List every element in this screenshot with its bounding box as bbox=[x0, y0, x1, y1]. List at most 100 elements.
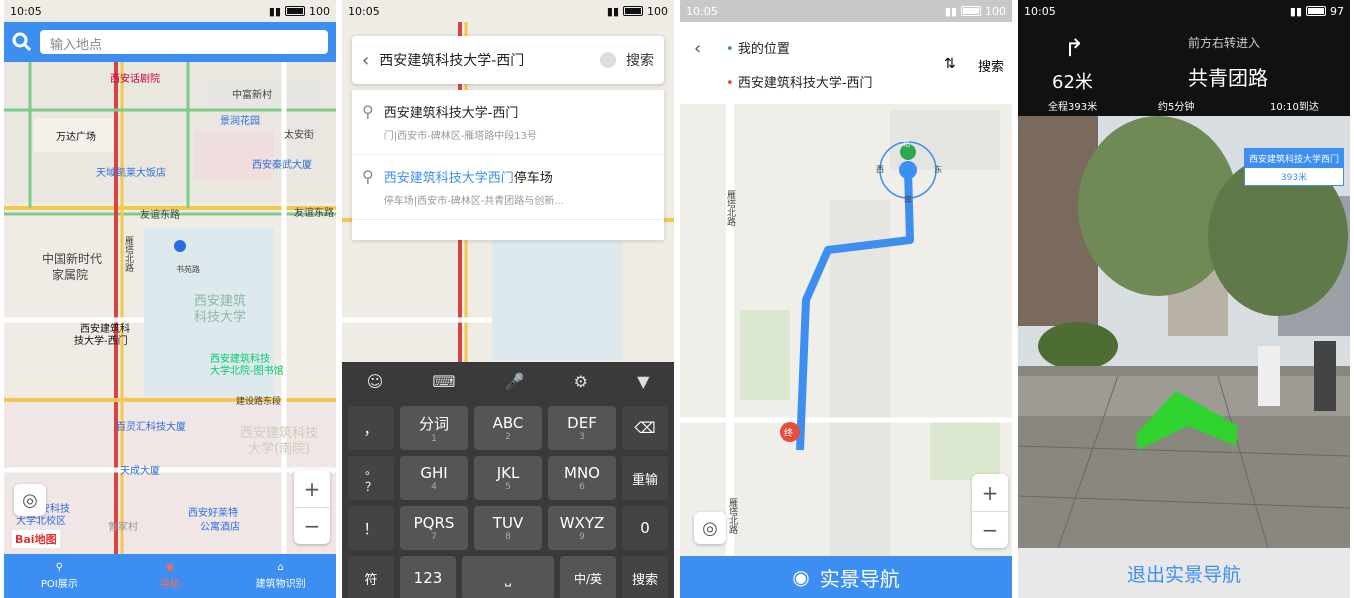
search-bar: 输入地点 bbox=[4, 22, 336, 62]
locate-button[interactable]: ◎ bbox=[694, 512, 726, 544]
nav-building[interactable]: ⌂ 建筑物识别 bbox=[225, 554, 336, 598]
search-button[interactable]: 搜索 bbox=[978, 56, 1004, 75]
key-sub: 3 bbox=[579, 432, 585, 442]
map-label: 中富新村 bbox=[232, 90, 272, 101]
map-label: 太安街 bbox=[284, 130, 314, 141]
key[interactable]: PQRS 7 bbox=[400, 506, 468, 550]
suggestion-title: 西安建筑科技大学-西门 bbox=[383, 106, 519, 121]
key-label: PQRS bbox=[413, 514, 455, 532]
key-sub: 9 bbox=[579, 532, 585, 542]
pin-icon: ⚲ bbox=[55, 562, 63, 573]
search-key[interactable]: 搜索 bbox=[622, 556, 668, 598]
real-scene-nav-button[interactable]: ◉ 实景导航 bbox=[680, 556, 1012, 598]
map-label: 雁塔北路 bbox=[123, 236, 133, 272]
zoom-in-button[interactable]: + bbox=[972, 474, 1008, 511]
mic-icon[interactable]: 🎤 bbox=[505, 372, 525, 391]
key-punct[interactable]: ， bbox=[348, 406, 394, 450]
suggestion-item[interactable]: ⚲ 西安建筑科技大学西门停车场 停车场|西安市-碑林区-共青团路与创新... bbox=[352, 155, 664, 220]
baidu-logo: Bai地图 bbox=[12, 530, 60, 548]
zoom-control: + − bbox=[972, 474, 1008, 548]
key-punct[interactable]: ！ bbox=[348, 506, 394, 550]
screen-poi-map: 10:05 ▮▮ 100 输入地点 西安话剧院 中富新村 景润花园 万达广场 太… bbox=[4, 0, 336, 598]
route-from[interactable]: • 我的位置 bbox=[726, 38, 790, 57]
suggestion-item[interactable]: ⚲ 西安建筑科技大学-西门 门|西安市-碑林区-雁塔路中段13号 bbox=[352, 90, 664, 155]
clear-icon[interactable] bbox=[600, 52, 616, 68]
map-label: 西安好莱特 bbox=[188, 508, 238, 519]
zoom-in-button[interactable]: + bbox=[294, 470, 330, 507]
symbol-key[interactable]: 符 bbox=[348, 556, 394, 598]
status-time: 10:05 bbox=[10, 4, 42, 18]
locate-button[interactable]: ◎ bbox=[14, 484, 46, 516]
route-to-text: 西安建筑科技大学-西门 bbox=[737, 76, 873, 91]
status-bar: 10:05 ▮▮ 100 bbox=[4, 0, 336, 22]
key-label: GHI bbox=[420, 464, 448, 482]
ar-destination-label[interactable]: 西安建筑科技大学西门 393米 bbox=[1244, 148, 1344, 186]
key[interactable]: JKL 5 bbox=[474, 456, 542, 500]
back-icon[interactable]: ‹ bbox=[362, 50, 369, 71]
start-dot-icon: • bbox=[726, 42, 738, 57]
turn-right-icon: ↱ bbox=[1064, 34, 1085, 62]
key-label: 分词 bbox=[418, 414, 449, 433]
real-scene-nav-label: 实景导航 bbox=[819, 566, 900, 591]
backspace-key[interactable]: ⌫ bbox=[622, 406, 668, 450]
key[interactable]: ABC 2 bbox=[474, 406, 542, 450]
search-button[interactable]: 搜索 bbox=[626, 50, 654, 70]
reset-key[interactable]: 重输 bbox=[622, 456, 668, 500]
key-sub: 8 bbox=[505, 532, 511, 542]
destination-marker[interactable]: 终 bbox=[784, 426, 793, 439]
locate-icon: ◎ bbox=[22, 489, 38, 511]
number-key[interactable]: 123 bbox=[400, 556, 456, 598]
emoji-icon[interactable]: ☺ bbox=[367, 372, 384, 391]
key-sub: 5 bbox=[505, 482, 511, 492]
search-input[interactable]: 输入地点 bbox=[40, 30, 328, 54]
key[interactable]: GHI 4 bbox=[400, 456, 468, 500]
nav-label: POI展示 bbox=[40, 579, 78, 590]
keyboard-icon[interactable]: ⌨ bbox=[432, 372, 455, 391]
key-label: WXYZ bbox=[559, 514, 605, 532]
map-label: 家属院 bbox=[52, 268, 89, 282]
swap-icon[interactable]: ⇅ bbox=[944, 56, 956, 72]
zoom-out-button[interactable]: − bbox=[972, 511, 1008, 548]
status-icons: ▮▮ 100 bbox=[944, 4, 1006, 18]
end-dot-icon: • bbox=[726, 76, 738, 91]
search-icon[interactable] bbox=[12, 32, 32, 52]
eta-duration: 约5分钟 bbox=[1158, 102, 1195, 113]
camera-icon: ◉ bbox=[792, 565, 810, 589]
map-label: 景润花园 bbox=[220, 116, 260, 127]
key-sub: 7 bbox=[431, 532, 437, 542]
map-label: 大学(南院) bbox=[248, 442, 311, 457]
mic-icon: ⎵ bbox=[504, 569, 511, 587]
map-label: 天域凯莱大饭店 bbox=[96, 168, 166, 179]
key[interactable]: MNO 6 bbox=[548, 456, 616, 500]
key[interactable]: TUV 8 bbox=[474, 506, 542, 550]
back-icon[interactable]: ‹ bbox=[694, 38, 701, 59]
total-distance: 全程393米 bbox=[1048, 102, 1098, 113]
zoom-out-button[interactable]: − bbox=[294, 507, 330, 544]
map-label: 天成大厦 bbox=[120, 466, 160, 477]
map-label: 建设路东段 bbox=[236, 397, 282, 407]
exit-real-scene-button[interactable]: 退出实景导航 bbox=[1018, 548, 1350, 598]
status-bar: 10:05 ▮▮ 100 bbox=[680, 0, 1012, 22]
zero-key[interactable]: 0 bbox=[622, 506, 668, 550]
settings-icon[interactable]: ⚙ bbox=[574, 372, 588, 391]
space-key[interactable]: ⎵ bbox=[462, 556, 554, 598]
key-punct[interactable]: 。？ bbox=[348, 456, 394, 500]
route-to[interactable]: • 西安建筑科技大学-西门 bbox=[726, 72, 873, 91]
key-label: 。 bbox=[364, 463, 377, 477]
nav-navigation[interactable]: ◉ 导航 bbox=[115, 554, 226, 598]
key[interactable]: WXYZ 9 bbox=[548, 506, 616, 550]
lang-key[interactable]: 中/英 bbox=[560, 556, 616, 598]
ar-destination-name: 西安建筑科技大学西门 bbox=[1245, 149, 1343, 168]
arrival-time: 10:10到达 bbox=[1270, 102, 1319, 113]
search-input[interactable]: 西安建筑科技大学-西门 bbox=[379, 50, 590, 70]
battery-level: 100 bbox=[309, 4, 330, 18]
key[interactable]: DEF 3 bbox=[548, 406, 616, 450]
nav-poi[interactable]: ⚲ POI展示 bbox=[4, 554, 115, 598]
key-label: TUV bbox=[492, 514, 524, 532]
zoom-control: + − bbox=[294, 470, 330, 544]
key[interactable]: 分词 1 bbox=[400, 406, 468, 450]
screen-search: 10:05 ▮▮ 100 ‹ 西安建筑科技大学-西门 搜索 ⚲ 西安建筑科技大学… bbox=[342, 0, 674, 598]
suggestion-list: ⚲ 西安建筑科技大学-西门 门|西安市-碑林区-雁塔路中段13号 ⚲ 西安建筑科技… bbox=[352, 90, 664, 240]
collapse-icon[interactable]: ▼ bbox=[637, 372, 649, 391]
keyboard-toolbar: ☺ ⌨ 🎤 ⚙ ▼ bbox=[342, 362, 674, 400]
